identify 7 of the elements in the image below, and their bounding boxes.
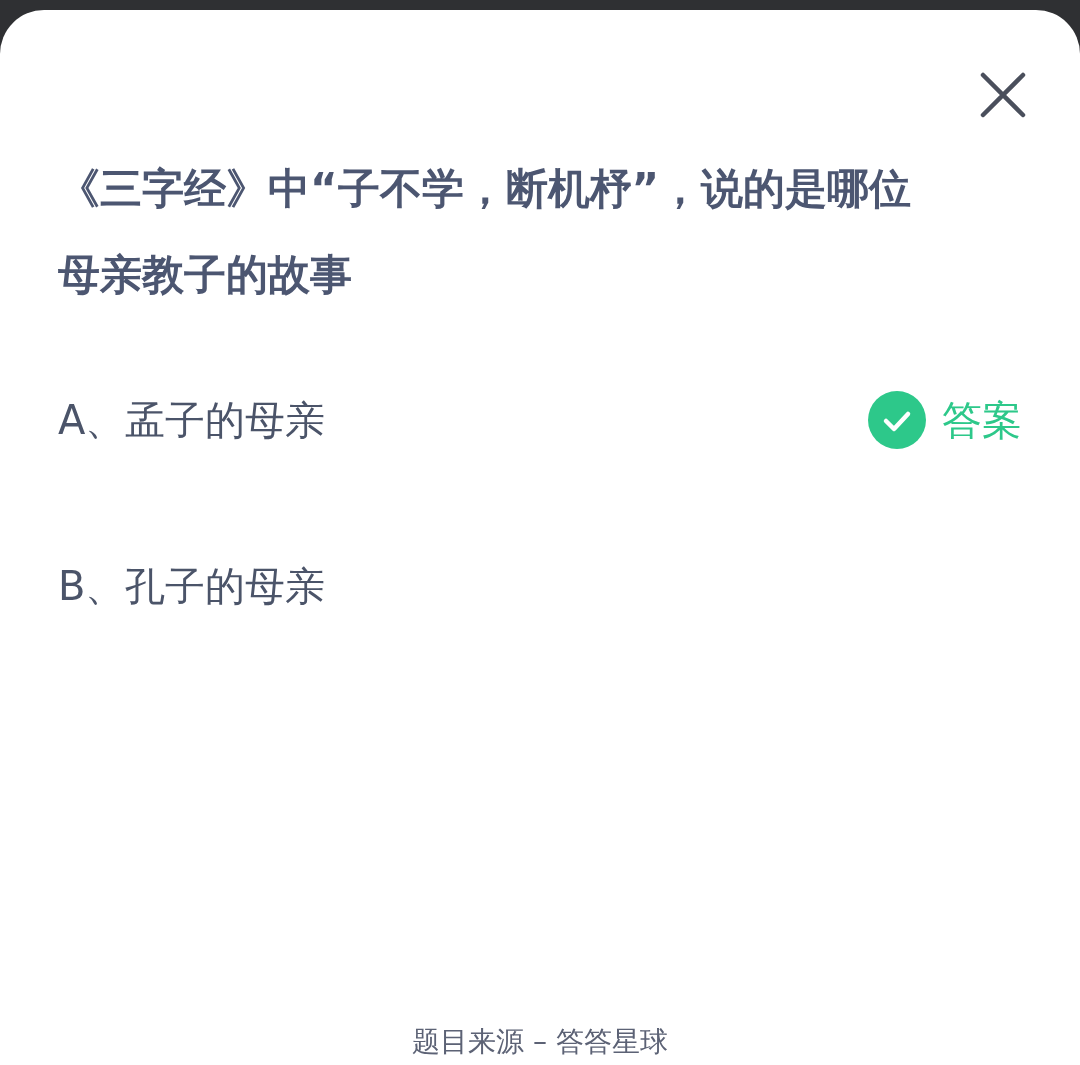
question-text: 《三字经》中“子不学，断机杼”，说的是哪位母亲教子的故事 [58,163,913,301]
option-text[interactable]: A、孟子的母亲 [58,390,326,450]
check-icon [868,391,926,449]
source-text: 题目来源 – 答答星球 [411,1024,669,1060]
answer-label: 答案 [942,396,1022,445]
close-icon[interactable] [980,72,1026,118]
option-text[interactable]: B、孔子的母亲 [58,556,326,616]
